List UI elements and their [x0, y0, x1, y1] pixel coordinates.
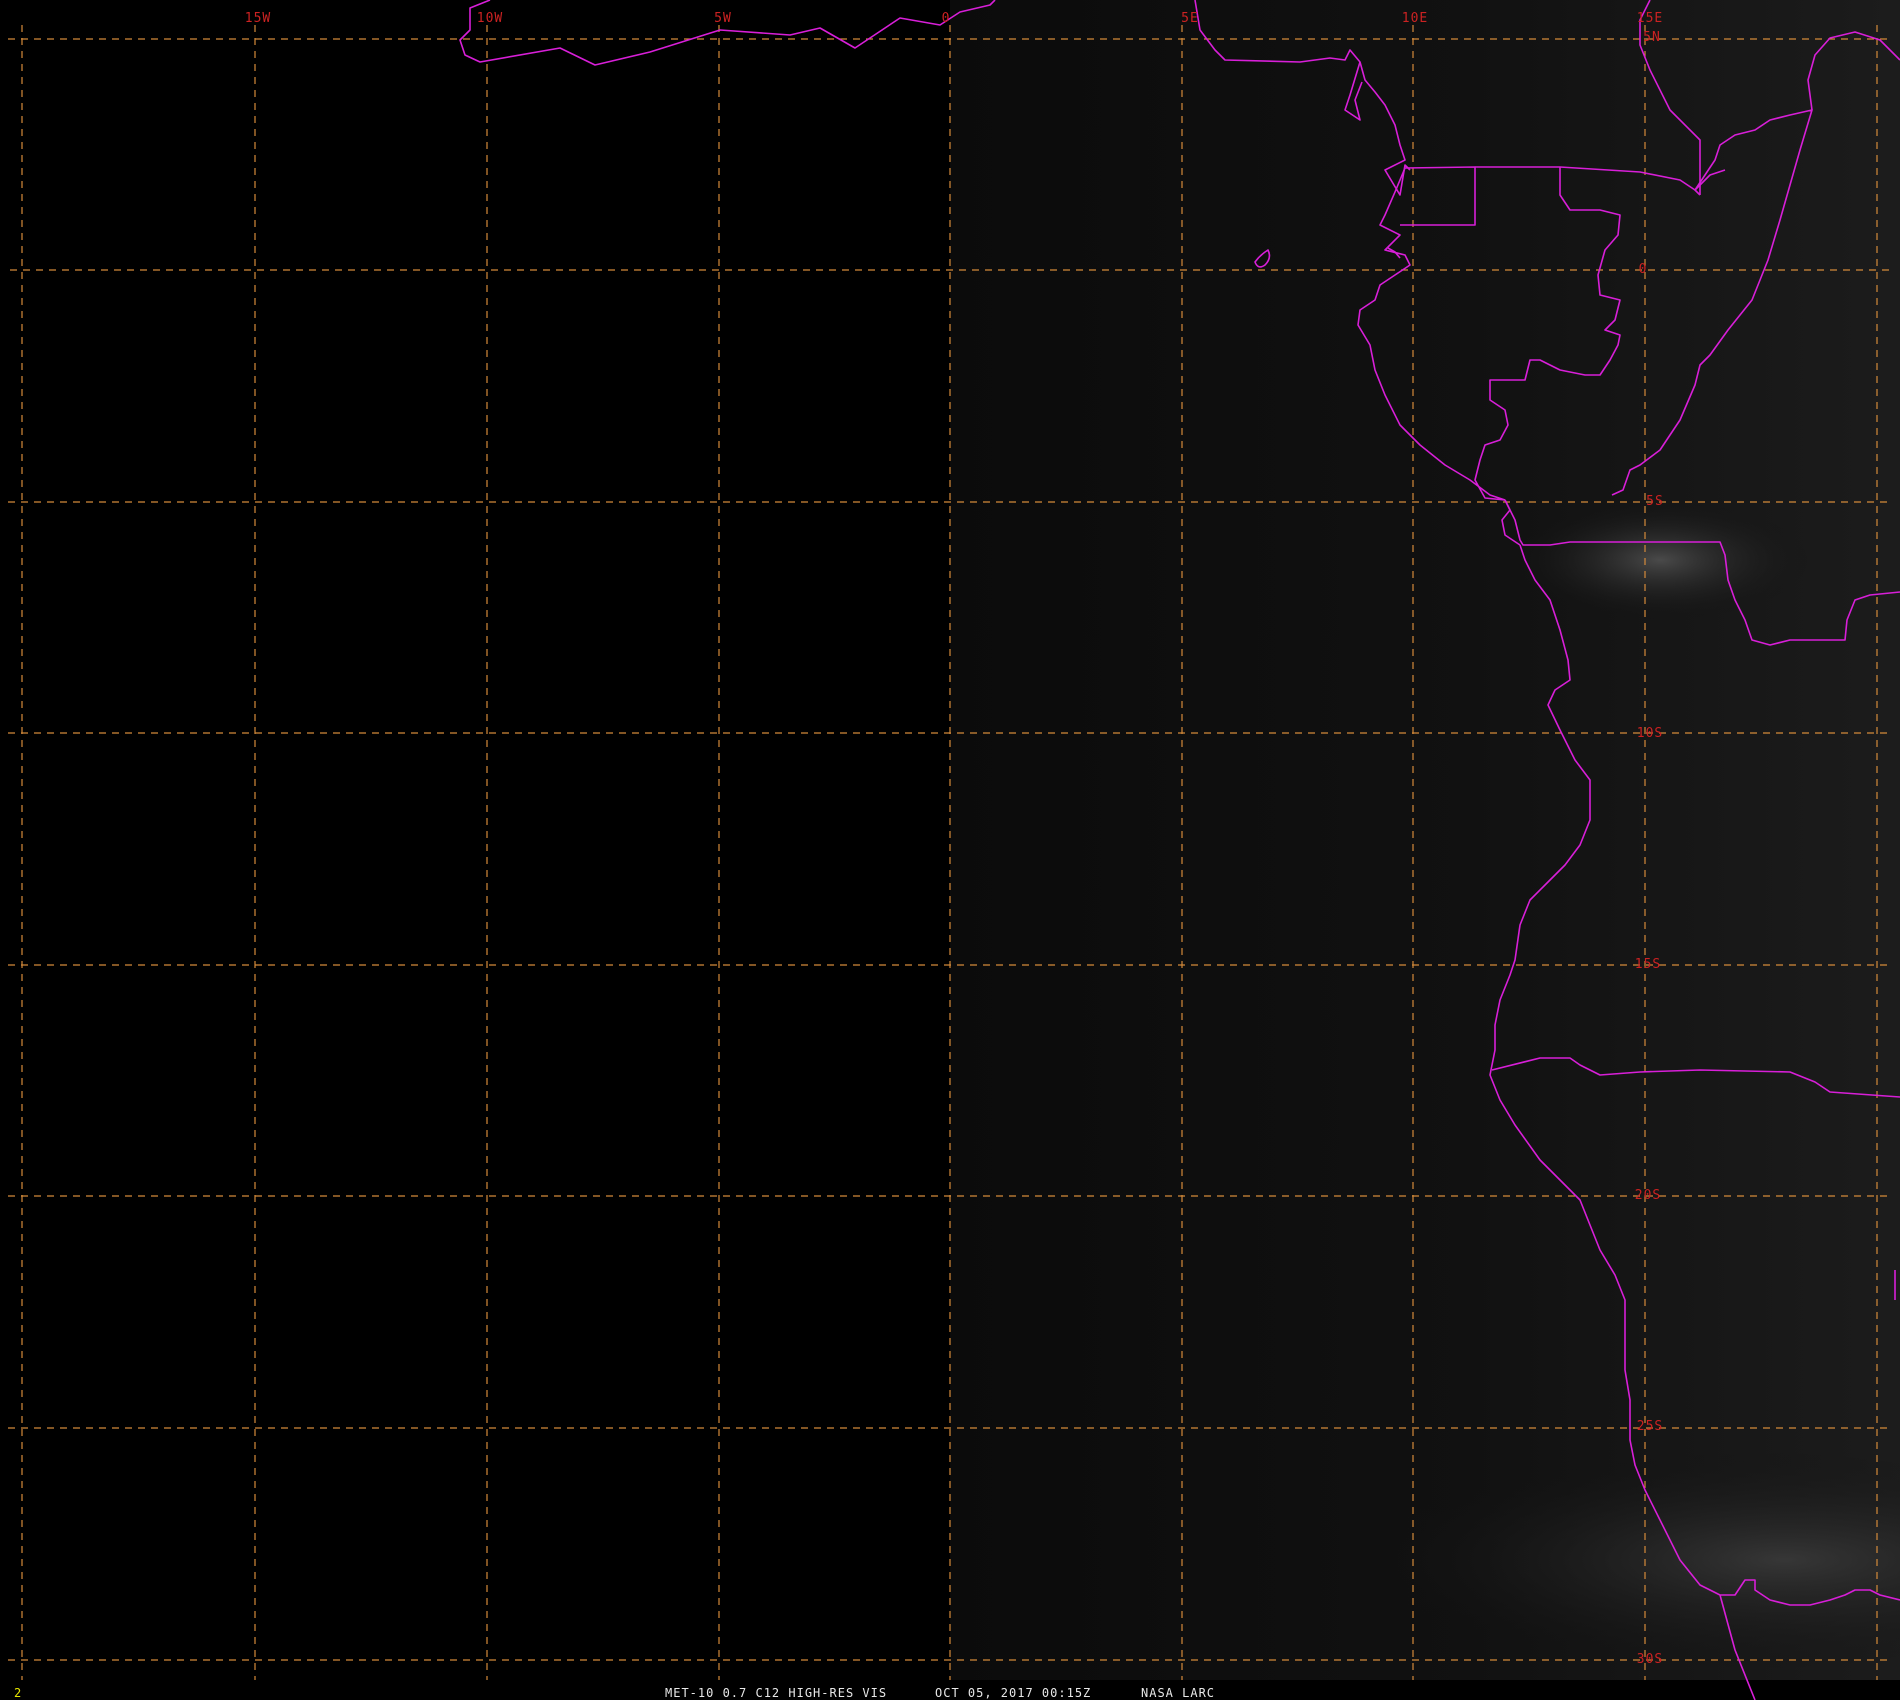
lat-label-10s: 10S — [1637, 726, 1663, 741]
lat-label-5s: 5S — [1646, 494, 1664, 509]
timestamp-label: OCT 05, 2017 00:15Z — [935, 1686, 1091, 1700]
lon-label-15w: 15W — [245, 11, 271, 26]
lat-label-15s: 15S — [1635, 957, 1661, 972]
lon-label-5e: 5E — [1181, 11, 1199, 26]
lat-label-25s: 25S — [1637, 1419, 1663, 1434]
lon-label-10e: 10E — [1402, 11, 1428, 26]
cloud-brightness-area — [1510, 500, 1810, 620]
source-label: NASA LARC — [1141, 1686, 1215, 1700]
lon-label-0: 0 — [942, 11, 951, 26]
satellite-map-viewer: 15W 10W 5W 0 5E 10E 15E 5N 0 5S 10S 15S … — [0, 0, 1900, 1700]
frame-number: 2 — [14, 1686, 21, 1700]
lat-label-5n: 5N — [1643, 30, 1661, 45]
lon-label-15e: 15E — [1637, 11, 1663, 26]
lat-label-30s: 30S — [1637, 1652, 1663, 1667]
lon-label-10w: 10W — [477, 11, 503, 26]
lat-label-20s: 20S — [1635, 1188, 1661, 1203]
lat-label-0: 0 — [1639, 262, 1648, 277]
lon-label-5w: 5W — [714, 11, 732, 26]
satellite-product-label: MET-10 0.7 C12 HIGH-RES VIS — [665, 1686, 887, 1700]
satellite-map-canvas: 15W 10W 5W 0 5E 10E 15E 5N 0 5S 10S 15S … — [0, 0, 1900, 1700]
